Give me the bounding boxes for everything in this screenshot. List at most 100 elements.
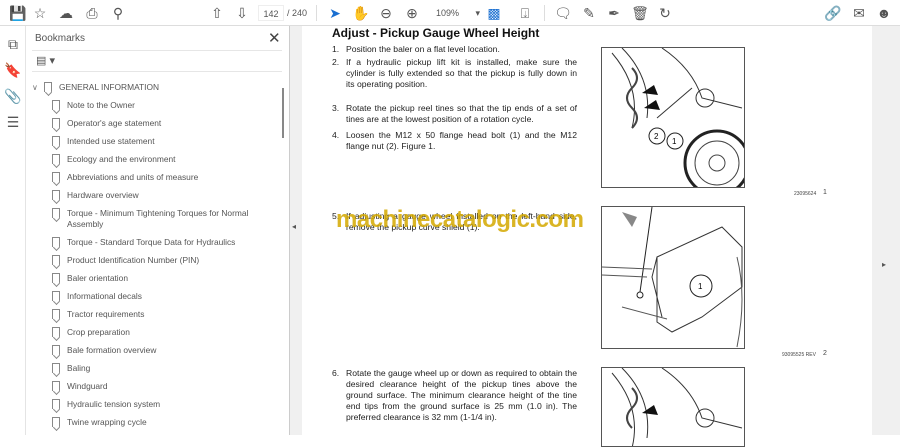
- zoom-level-select[interactable]: 109% ▾: [430, 5, 482, 21]
- bookmark-item[interactable]: Crop preparation: [32, 325, 282, 343]
- figure-2-illustration: 1: [602, 207, 743, 348]
- figure-code: 23095624: [794, 191, 817, 197]
- bookmark-options: ▤ ▾: [32, 50, 282, 72]
- callout-label: 1: [672, 137, 677, 146]
- bookmark-icon: [52, 136, 60, 146]
- zoom-in-icon[interactable]: ⊕: [402, 3, 422, 23]
- bookmark-label: Abbreviations and units of measure: [67, 172, 199, 182]
- share-link-icon[interactable]: 🔗: [823, 3, 843, 23]
- chevron-down-icon[interactable]: ∨: [32, 82, 44, 93]
- select-cursor-icon[interactable]: ➤: [325, 3, 345, 23]
- divider: [544, 5, 545, 21]
- bookmark-item[interactable]: Twine wrapping cycle: [32, 415, 282, 433]
- bookmark-label: Intended use statement: [67, 136, 155, 146]
- close-icon[interactable]: ✕: [268, 29, 281, 47]
- bookmark-label: Baling: [67, 363, 91, 373]
- bookmark-icon: [52, 118, 60, 128]
- bookmark-icon: [52, 327, 60, 337]
- bookmark-item[interactable]: Informational decals: [32, 289, 282, 307]
- bookmark-label: Hydraulic tension system: [67, 399, 161, 409]
- step-text: If a hydraulic pickup lift kit is instal…: [346, 57, 577, 89]
- rotate-icon[interactable]: ↻: [655, 3, 675, 23]
- zoom-out-icon[interactable]: ⊖: [376, 3, 396, 23]
- callout-label: 1: [698, 282, 703, 291]
- expand-right-icon[interactable]: ▸: [882, 260, 886, 269]
- page-display-icon[interactable]: ▩: [484, 3, 504, 23]
- bookmark-options-icon[interactable]: ▤ ▾: [36, 54, 55, 67]
- step-number: 6.: [332, 368, 340, 378]
- scrollbar[interactable]: [282, 88, 284, 138]
- search-zoom-icon[interactable]: ⚲: [108, 3, 128, 23]
- divider: [316, 5, 317, 21]
- account-icon[interactable]: ☻: [874, 3, 894, 23]
- sign-icon[interactable]: ✒: [604, 3, 624, 23]
- zoom-level: 109%: [436, 8, 460, 18]
- comment-icon[interactable]: 🗨: [553, 3, 573, 23]
- bookmark-item[interactable]: Tractor requirements: [32, 307, 282, 325]
- procedure-step: 4. Loosen the M12 x 50 flange head bolt (…: [332, 130, 577, 152]
- bookmark-item[interactable]: Abbreviations and units of measure: [32, 170, 282, 188]
- bookmark-item[interactable]: Torque - Minimum Tightening Torques for …: [32, 206, 282, 235]
- bookmark-item[interactable]: Operator's age statement: [32, 116, 282, 134]
- pen-icon[interactable]: ✎: [579, 3, 599, 23]
- panel-splitter[interactable]: ◂: [290, 26, 302, 435]
- bookmark-item[interactable]: Hardware overview: [32, 188, 282, 206]
- bookmark-item[interactable]: Hydraulic tension system: [32, 397, 282, 415]
- bookmark-item[interactable]: Bale formation overview: [32, 343, 282, 361]
- previous-page-icon[interactable]: ⇧: [207, 3, 227, 23]
- step-number: 1.: [332, 44, 340, 54]
- pages-thumbnails-icon[interactable]: ⧉: [3, 34, 23, 54]
- step-text: Loosen the M12 x 50 flange head bolt (1)…: [346, 130, 577, 151]
- save-icon[interactable]: 💾: [8, 3, 28, 23]
- bookmark-icon: [52, 172, 60, 182]
- page-number-input[interactable]: 142: [258, 5, 284, 21]
- attachment-icon[interactable]: 📎: [3, 86, 23, 106]
- star-icon[interactable]: ☆: [30, 3, 50, 23]
- right-scroll-area[interactable]: ▸: [872, 26, 900, 435]
- bookmark-icon: [52, 154, 60, 164]
- bookmark-label: Ecology and the environment: [67, 154, 176, 164]
- figure-number: 2: [823, 350, 827, 357]
- bookmark-label: Hardware overview: [67, 190, 139, 200]
- bookmark-item[interactable]: Torque - Standard Torque Data for Hydrau…: [32, 235, 282, 253]
- bookmark-item[interactable]: Windguard: [32, 379, 282, 397]
- figure-code: 93095525 REV: [782, 352, 816, 358]
- section-heading: Adjust - Pickup Gauge Wheel Height: [332, 26, 540, 40]
- step-number: 3.: [332, 103, 340, 113]
- layers-icon[interactable]: ☰: [3, 112, 23, 132]
- bookmark-item[interactable]: Intended use statement: [32, 134, 282, 152]
- bookmark-icon: [52, 363, 60, 373]
- delete-icon[interactable]: 🗑: [630, 3, 650, 23]
- next-page-icon[interactable]: ⇩: [232, 3, 252, 23]
- scroll-mode-icon[interactable]: ⍗: [515, 3, 535, 23]
- callout-label: 2: [654, 132, 659, 141]
- bookmark-item[interactable]: Baler orientation: [32, 271, 282, 289]
- bookmark-item[interactable]: Note to the Owner: [32, 98, 282, 116]
- bookmark-item[interactable]: Baling: [32, 361, 282, 379]
- bookmark-label: Windguard: [67, 381, 108, 391]
- bookmark-icon: [52, 237, 60, 247]
- print-icon[interactable]: ⎙: [82, 3, 102, 23]
- collapse-left-icon[interactable]: ◂: [292, 222, 296, 231]
- bookmark-icon: [52, 190, 60, 200]
- bookmark-general-information[interactable]: ∨ GENERAL INFORMATION: [32, 80, 282, 98]
- figure-3-illustration: [611, 368, 743, 446]
- panel-title: Bookmarks: [35, 33, 86, 44]
- bookmark-icon: [44, 82, 52, 92]
- bookmark-icon[interactable]: 🔖: [3, 60, 23, 80]
- bookmark-icon: [52, 291, 60, 301]
- bookmark-item[interactable]: Product Identification Number (PIN): [32, 253, 282, 271]
- page-total: / 240: [287, 8, 308, 18]
- bookmark-label: Torque - Standard Torque Data for Hydrau…: [67, 237, 236, 247]
- procedure-step: 3. Rotate the pickup reel tines so that t…: [332, 103, 577, 125]
- hand-tool-icon[interactable]: ✋: [351, 3, 371, 23]
- upload-cloud-icon[interactable]: ☁: [56, 3, 76, 23]
- bookmark-label: Crop preparation: [67, 327, 130, 337]
- email-icon[interactable]: ✉: [849, 3, 869, 23]
- bookmark-label: Tractor requirements: [67, 309, 145, 319]
- bookmark-item[interactable]: Ecology and the environment: [32, 152, 282, 170]
- figure-number: 1: [823, 189, 827, 196]
- bookmark-label: Operator's age statement: [67, 118, 162, 128]
- bookmark-label: Bale formation overview: [67, 345, 157, 355]
- figure-3: [601, 367, 745, 447]
